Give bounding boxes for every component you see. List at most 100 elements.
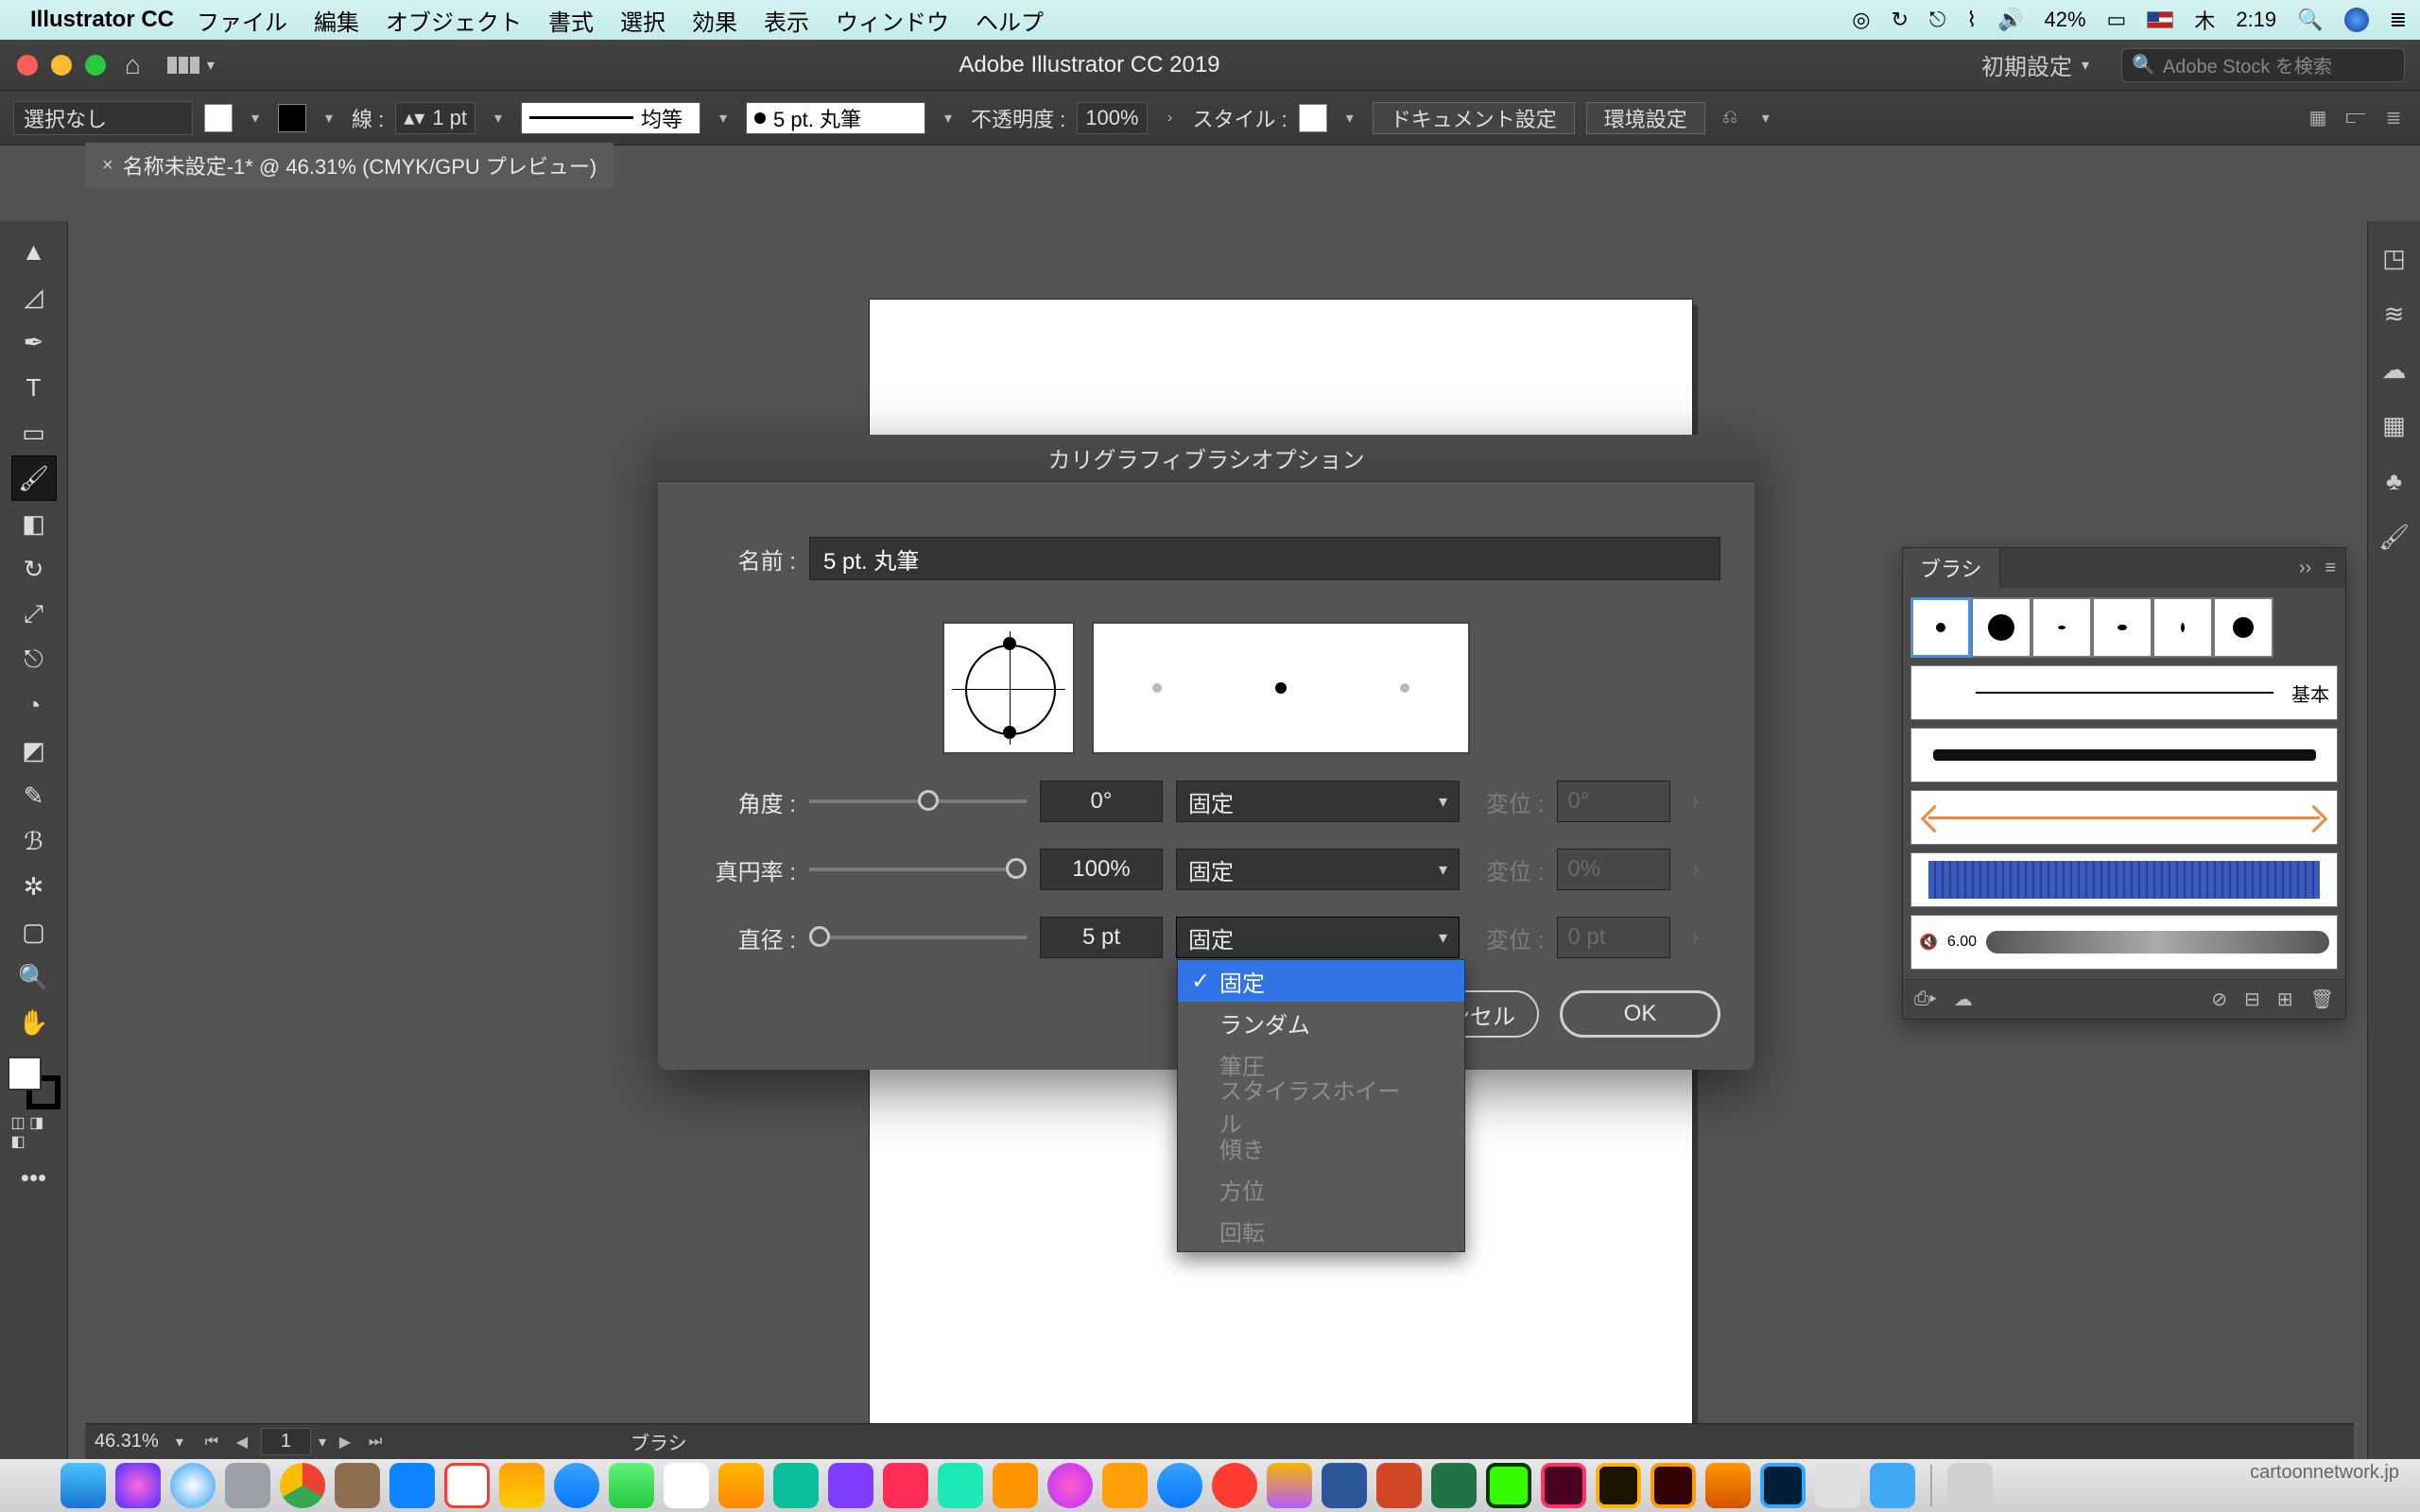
pen-tool-icon[interactable]: ✒ xyxy=(11,319,57,365)
app-dock-icon[interactable] xyxy=(883,1463,928,1508)
zoom-value[interactable]: 46.31% xyxy=(95,1431,159,1452)
volume-icon[interactable]: 🔊 xyxy=(1997,8,2023,32)
variable-width-profile[interactable]: 均等 xyxy=(521,102,700,134)
angle-value-input[interactable]: 0° xyxy=(1040,781,1163,822)
app-dock-icon[interactable] xyxy=(335,1463,380,1508)
diameter-value-input[interactable]: 5 pt xyxy=(1040,917,1163,958)
prev-artboard-icon[interactable]: ◀ xyxy=(231,1433,253,1452)
panel-menu-icon[interactable]: ≡ xyxy=(2325,558,2336,579)
ok-button[interactable]: OK xyxy=(1560,990,1720,1038)
app-dock-icon[interactable] xyxy=(499,1463,544,1508)
app-dock-icon[interactable] xyxy=(718,1463,764,1508)
launchpad-dock-icon[interactable] xyxy=(225,1463,270,1508)
brushes-panel-icon[interactable]: 🖌 xyxy=(2378,523,2410,552)
zoom-tool-icon[interactable]: 🔍 xyxy=(11,954,57,1000)
graphic-style-swatch[interactable] xyxy=(1299,104,1327,132)
menu-window[interactable]: ウィンドウ xyxy=(836,4,949,37)
safari-dock-icon[interactable] xyxy=(170,1463,216,1508)
wifi-icon[interactable]: ⌇ xyxy=(1966,8,1977,32)
home-icon[interactable]: ⌂ xyxy=(125,50,141,80)
app-dock-icon[interactable] xyxy=(1267,1463,1312,1508)
app-dock-icon[interactable] xyxy=(938,1463,983,1508)
artboard-tool-icon[interactable]: ▢ xyxy=(11,909,57,954)
menu-effect[interactable]: 効果 xyxy=(692,4,737,37)
appearance-panel-icon[interactable]: ▦ xyxy=(2382,411,2406,440)
timemachine-icon[interactable]: ↻ xyxy=(1891,8,1908,32)
symbol-sprayer-tool-icon[interactable]: ✲ xyxy=(11,864,57,909)
siri-dock-icon[interactable] xyxy=(115,1463,161,1508)
shape-builder-tool-icon[interactable]: ◔ xyxy=(11,682,57,728)
chevron-down-icon[interactable]: ▾ xyxy=(176,1433,183,1452)
zoom-window-icon[interactable] xyxy=(85,55,106,76)
brush-options-icon[interactable]: ⊟ xyxy=(2244,988,2260,1011)
brush-row-soft[interactable]: 🔇 6.00 xyxy=(1910,915,2338,970)
chevron-down-icon[interactable]: ▾ xyxy=(1339,104,1361,132)
illustrator-dock-icon[interactable] xyxy=(1651,1463,1696,1508)
next-artboard-icon[interactable]: ▶ xyxy=(334,1433,356,1452)
brush-thumb[interactable] xyxy=(1910,597,1971,658)
layers-panel-icon[interactable]: ≋ xyxy=(2384,300,2405,329)
menubar-app-name[interactable]: Illustrator CC xyxy=(30,7,174,33)
brush-thumb[interactable] xyxy=(1971,597,2031,658)
options-icon[interactable]: ≣ xyxy=(2380,105,2407,131)
brush-row-pattern[interactable] xyxy=(1910,852,2338,907)
brush-thumb[interactable] xyxy=(2092,597,2152,658)
app-dock-icon[interactable] xyxy=(1870,1463,1915,1508)
menu-edit[interactable]: 編集 xyxy=(314,4,359,37)
workspace-switcher[interactable]: 初期設定 ▾ xyxy=(1964,43,2106,87)
chrome-dock-icon[interactable] xyxy=(280,1463,325,1508)
blend-tool-icon[interactable]: ℬ xyxy=(11,818,57,864)
angle-slider[interactable] xyxy=(809,799,1027,803)
close-window-icon[interactable] xyxy=(17,55,38,76)
dropdown-option[interactable]: ランダム xyxy=(1178,1002,1464,1043)
stroke-swatch[interactable] xyxy=(278,104,306,132)
trash-dock-icon[interactable] xyxy=(1947,1463,1993,1508)
chevron-down-icon[interactable]: ▾ xyxy=(712,104,735,132)
draw-mode-icon[interactable]: ◫ ◨ ◧ xyxy=(11,1109,57,1155)
menu-help[interactable]: ヘルプ xyxy=(976,4,1044,37)
brush-thumb[interactable] xyxy=(2152,597,2213,658)
appstore-dock-icon[interactable] xyxy=(1157,1463,1202,1508)
chevron-down-icon[interactable]: ▾ xyxy=(318,104,340,132)
app-dock-icon[interactable] xyxy=(773,1463,819,1508)
brush-row-basic[interactable]: 基本 xyxy=(1910,665,2338,720)
menu-file[interactable]: ファイル xyxy=(197,4,287,37)
align-to-icon[interactable]: ⎌ xyxy=(1717,105,1743,131)
preferences-button[interactable]: 環境設定 xyxy=(1586,102,1705,134)
chevron-down-icon[interactable]: ▾ xyxy=(244,104,267,132)
document-tab[interactable]: × 名称未設定-1* @ 46.31% (CMYK/GPU プレビュー) xyxy=(85,143,614,188)
photoshop-dock-icon[interactable] xyxy=(1760,1463,1806,1508)
menu-view[interactable]: 表示 xyxy=(764,4,809,37)
menu-select[interactable]: 選択 xyxy=(620,4,666,37)
cc-libraries-icon[interactable]: ☁ xyxy=(2382,355,2407,385)
menu-type[interactable]: 書式 xyxy=(548,4,594,37)
artboard-number[interactable]: 1 xyxy=(261,1428,311,1455)
type-tool-icon[interactable]: T xyxy=(11,365,57,410)
panel-collapse-icon[interactable]: ›› xyxy=(2299,558,2311,579)
excel-dock-icon[interactable] xyxy=(1431,1463,1477,1508)
document-setup-button[interactable]: ドキュメント設定 xyxy=(1373,102,1575,134)
cc-sync-icon[interactable]: ◎ xyxy=(1852,8,1870,32)
rotate-tool-icon[interactable]: ↻ xyxy=(11,546,57,592)
fill-color-icon[interactable] xyxy=(8,1057,42,1091)
scale-tool-icon[interactable]: ⤢ xyxy=(11,592,57,637)
brush-row-charcoal[interactable] xyxy=(1910,728,2338,782)
new-brush-icon[interactable]: ⊞ xyxy=(2277,988,2293,1011)
bridge-dock-icon[interactable] xyxy=(1596,1463,1641,1508)
width-tool-icon[interactable]: ⎋ xyxy=(11,637,57,682)
itunes-dock-icon[interactable] xyxy=(1047,1463,1093,1508)
transform-panel-icon[interactable]: ▦ xyxy=(2305,105,2331,131)
chevron-down-icon[interactable]: ▾ xyxy=(207,56,215,75)
fill-stroke-control[interactable] xyxy=(8,1057,60,1109)
brush-name-input[interactable] xyxy=(809,537,1720,580)
delete-brush-icon[interactable]: 🗑 xyxy=(2310,988,2334,1011)
siri-icon[interactable] xyxy=(2344,8,2369,32)
brush-definition[interactable]: 5 pt. 丸筆 xyxy=(746,102,925,134)
selection-tool-icon[interactable]: ▲ xyxy=(11,229,57,274)
graphic-styles-icon[interactable]: ♣ xyxy=(2386,467,2402,496)
calendar-dock-icon[interactable] xyxy=(444,1463,490,1508)
app-dock-icon[interactable] xyxy=(1212,1463,1257,1508)
diameter-variation-dropdown[interactable]: 固定 ▾ 固定 ランダム 筆圧 スタイラスホイール 傾き 方位 回転 xyxy=(1176,917,1460,958)
first-artboard-icon[interactable]: ⏮ xyxy=(200,1434,223,1451)
photos-dock-icon[interactable] xyxy=(664,1463,709,1508)
